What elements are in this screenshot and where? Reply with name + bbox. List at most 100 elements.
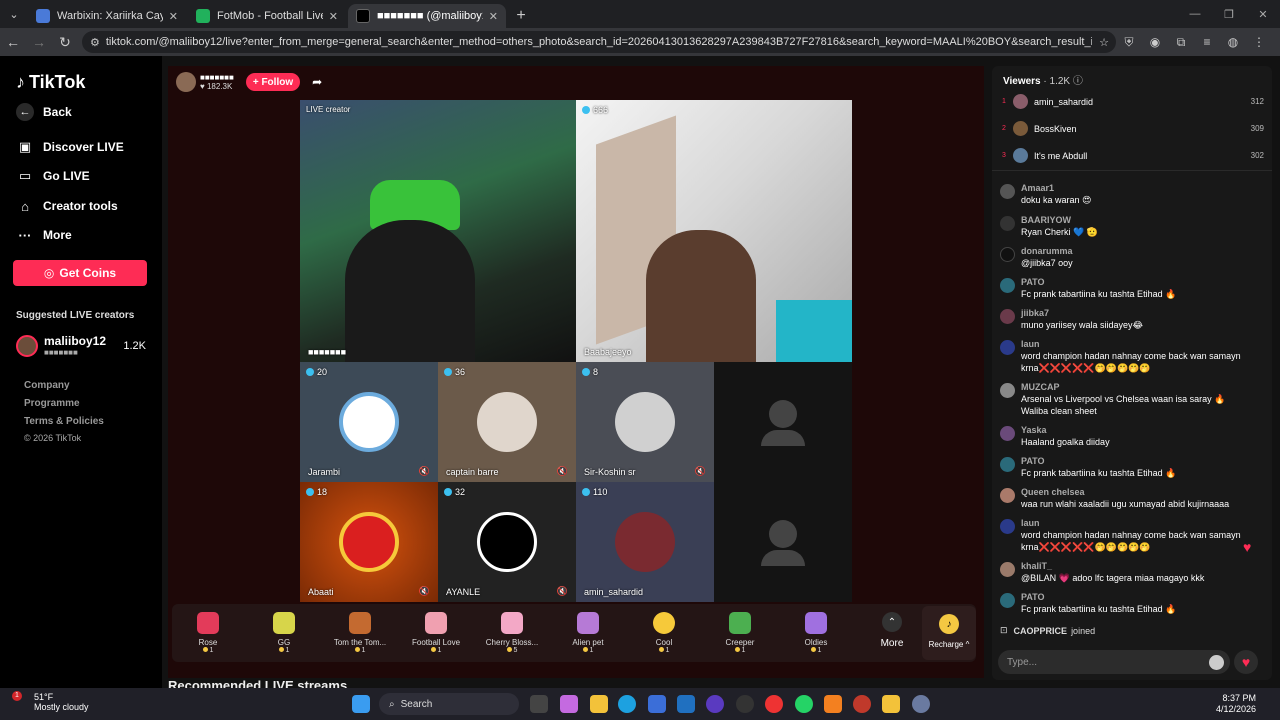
host-video-tile[interactable]: LIVE creator ■■■■■■■ bbox=[300, 100, 576, 362]
guest-tile-captain-barre[interactable]: 36 captain barre 🔇 bbox=[438, 362, 576, 482]
message-user[interactable]: donarumma bbox=[1021, 246, 1073, 257]
edge-icon[interactable] bbox=[618, 695, 636, 713]
file-explorer-icon[interactable] bbox=[590, 695, 608, 713]
sidebar-item-discover-live[interactable]: ▣ Discover LIVE bbox=[16, 138, 124, 156]
guest-tile-jarambi[interactable]: 20 Jarambi 🔇 bbox=[300, 362, 438, 482]
message-user[interactable]: khaliT_ bbox=[1021, 561, 1204, 572]
settings-gear-icon[interactable] bbox=[912, 695, 930, 713]
new-tab-button[interactable]: + bbox=[508, 4, 534, 28]
chrome-icon[interactable] bbox=[765, 695, 783, 713]
reload-icon[interactable]: ↻ bbox=[52, 34, 78, 51]
profile-icon[interactable]: ◍ bbox=[1220, 35, 1246, 49]
follow-button[interactable]: + Follow bbox=[245, 73, 301, 91]
taskbar-search[interactable]: ⌕ Search bbox=[379, 693, 519, 715]
recharge-button[interactable]: ♪ Recharge ^ bbox=[922, 606, 976, 660]
gift-football-love[interactable]: Football Love 1 bbox=[400, 612, 472, 654]
joined-user[interactable]: CAOPPRICE bbox=[1014, 626, 1068, 636]
store-icon[interactable] bbox=[648, 695, 666, 713]
chat-input[interactable]: Type... bbox=[998, 650, 1230, 674]
bookmark-star-icon[interactable]: ☆ bbox=[1092, 36, 1116, 49]
gift-rose[interactable]: Rose 1 bbox=[172, 612, 244, 654]
guest-tile-abaati[interactable]: 18 Abaati 🔇 bbox=[300, 482, 438, 602]
outlook-icon[interactable] bbox=[677, 695, 695, 713]
top-viewer-row[interactable]: 3 It's me Abdull 302 bbox=[1002, 148, 1264, 163]
maximize-icon[interactable]: ❐ bbox=[1212, 0, 1246, 28]
message-user[interactable]: PATO bbox=[1021, 592, 1176, 603]
chrome-menu-icon[interactable]: ⋮ bbox=[1246, 35, 1272, 49]
send-heart-button[interactable]: ♥ bbox=[1234, 650, 1258, 674]
whatsapp-icon[interactable] bbox=[795, 695, 813, 713]
gift-tom[interactable]: Tom the Tom... 1 bbox=[324, 612, 396, 654]
sidebar-item-go-live[interactable]: ▭ Go LIVE bbox=[16, 167, 90, 185]
guest-tile-sir-koshin[interactable]: 8 Sir-Koshin sr 🔇 bbox=[576, 362, 714, 482]
tab-close-icon[interactable]: ✕ bbox=[489, 10, 498, 23]
sidebar-item-creator-tools[interactable]: ⌂ Creator tools bbox=[16, 197, 118, 215]
top-viewer-row[interactable]: 2 BossKiven 309 bbox=[1002, 121, 1264, 136]
tab-warbixin[interactable]: Warbixin: Xariirka Caymiska ee ✕ bbox=[28, 4, 186, 28]
site-info-icon[interactable]: ⚙ bbox=[90, 36, 100, 49]
footer-terms-link[interactable]: Terms & Policies bbox=[24, 416, 104, 427]
message-user[interactable]: laun bbox=[1021, 339, 1241, 350]
viewers-header[interactable]: Viewers · 1.2K ⓘ bbox=[1003, 72, 1083, 87]
cloud-app-icon[interactable] bbox=[824, 695, 842, 713]
tab-close-icon[interactable]: ✕ bbox=[329, 10, 338, 23]
guest-tile-ayanle[interactable]: 32 AYANLE 🔇 bbox=[438, 482, 576, 602]
share-arrow-icon[interactable]: ➦ bbox=[312, 75, 322, 89]
media-queue-icon[interactable]: ≡ bbox=[1194, 35, 1220, 49]
gift-cherry-blossom[interactable]: Cherry Bloss... 5 bbox=[476, 612, 548, 654]
back-arrow-icon[interactable]: ← bbox=[0, 34, 26, 50]
footer-company-link[interactable]: Company bbox=[24, 380, 70, 391]
system-clock[interactable]: 8:37 PM 4/12/2026 bbox=[1216, 693, 1256, 715]
forward-arrow-icon[interactable]: → bbox=[26, 34, 52, 50]
empty-seat-tile[interactable] bbox=[714, 362, 852, 482]
copilot-icon[interactable] bbox=[560, 695, 578, 713]
app-icon[interactable] bbox=[706, 695, 724, 713]
tab-tiktok-live[interactable]: ■■■■■■■ (@maliiboy12 ✕ bbox=[348, 4, 506, 28]
puzzle-extensions-icon[interactable]: ⧉ bbox=[1168, 35, 1194, 50]
tab-search-button[interactable]: ⌄ bbox=[0, 0, 28, 28]
top-viewer-row[interactable]: 1 amin_sahardid 312 bbox=[1002, 94, 1264, 109]
chrome-profile-icon[interactable] bbox=[853, 695, 871, 713]
app-icon[interactable] bbox=[736, 695, 754, 713]
sticky-notes-icon[interactable] bbox=[882, 695, 900, 713]
tab-fotmob[interactable]: FotMob - Football Live Scores ✕ bbox=[188, 4, 346, 28]
minimize-icon[interactable]: — bbox=[1178, 0, 1212, 28]
emoji-icon[interactable] bbox=[1209, 654, 1224, 670]
price-value: 1 bbox=[437, 647, 442, 654]
message-user[interactable]: MUZCAP bbox=[1021, 382, 1251, 393]
shield-extension-icon[interactable]: ⛨ bbox=[1116, 35, 1142, 50]
windows-start-icon[interactable] bbox=[352, 695, 370, 713]
message-user[interactable]: laun bbox=[1021, 518, 1241, 529]
price-value: 1 bbox=[589, 647, 594, 654]
more-gifts-button[interactable]: ⌃ More bbox=[866, 612, 918, 649]
get-coins-button[interactable]: ◎ Get Coins bbox=[13, 260, 147, 286]
message-user[interactable]: BAARIYOW bbox=[1021, 215, 1098, 226]
gift-cool[interactable]: Cool 1 bbox=[628, 612, 700, 654]
back-link[interactable]: ← Back bbox=[16, 103, 72, 121]
close-window-icon[interactable]: ✕ bbox=[1246, 0, 1280, 28]
suggested-creator-item[interactable]: maliiboy12 ■■■■■■■ 1.2K bbox=[16, 334, 146, 357]
message-user[interactable]: Queen chelsea bbox=[1021, 487, 1229, 498]
host-avatar[interactable] bbox=[176, 72, 196, 92]
globe-extension-icon[interactable]: ◉ bbox=[1142, 35, 1168, 49]
message-user[interactable]: PATO bbox=[1021, 456, 1176, 467]
tiktok-logo[interactable]: ♪ TikTok bbox=[16, 72, 85, 93]
message-user[interactable]: Yaska bbox=[1021, 425, 1110, 436]
gift-oldies[interactable]: Oldies 1 bbox=[780, 612, 852, 654]
weather-widget[interactable]: 1 51°F Mostly cloudy bbox=[12, 691, 89, 712]
man-city-crest-icon bbox=[339, 392, 399, 452]
gift-gg[interactable]: GG 1 bbox=[248, 612, 320, 654]
tab-close-icon[interactable]: ✕ bbox=[169, 10, 178, 23]
message-user[interactable]: Amaar1 bbox=[1021, 183, 1091, 194]
gift-alien-pet[interactable]: Alien pet 1 bbox=[552, 612, 624, 654]
message-user[interactable]: jiibka7 bbox=[1021, 308, 1143, 319]
message-user[interactable]: PATO bbox=[1021, 277, 1176, 288]
sidebar-item-more[interactable]: ··· More bbox=[16, 226, 72, 244]
empty-seat-tile[interactable] bbox=[714, 482, 852, 602]
footer-programme-link[interactable]: Programme bbox=[24, 398, 80, 409]
task-view-icon[interactable] bbox=[530, 695, 548, 713]
url-bar[interactable]: ⚙ tiktok.com/@maliiboy12/live?enter_from… bbox=[82, 31, 1116, 53]
gift-creeper[interactable]: Creeper 1 bbox=[704, 612, 776, 654]
guest-tile-amin-sahardid[interactable]: 110 amin_sahardid bbox=[576, 482, 714, 602]
guest-video-tile[interactable]: 666 Baabajeeyo bbox=[576, 100, 852, 362]
